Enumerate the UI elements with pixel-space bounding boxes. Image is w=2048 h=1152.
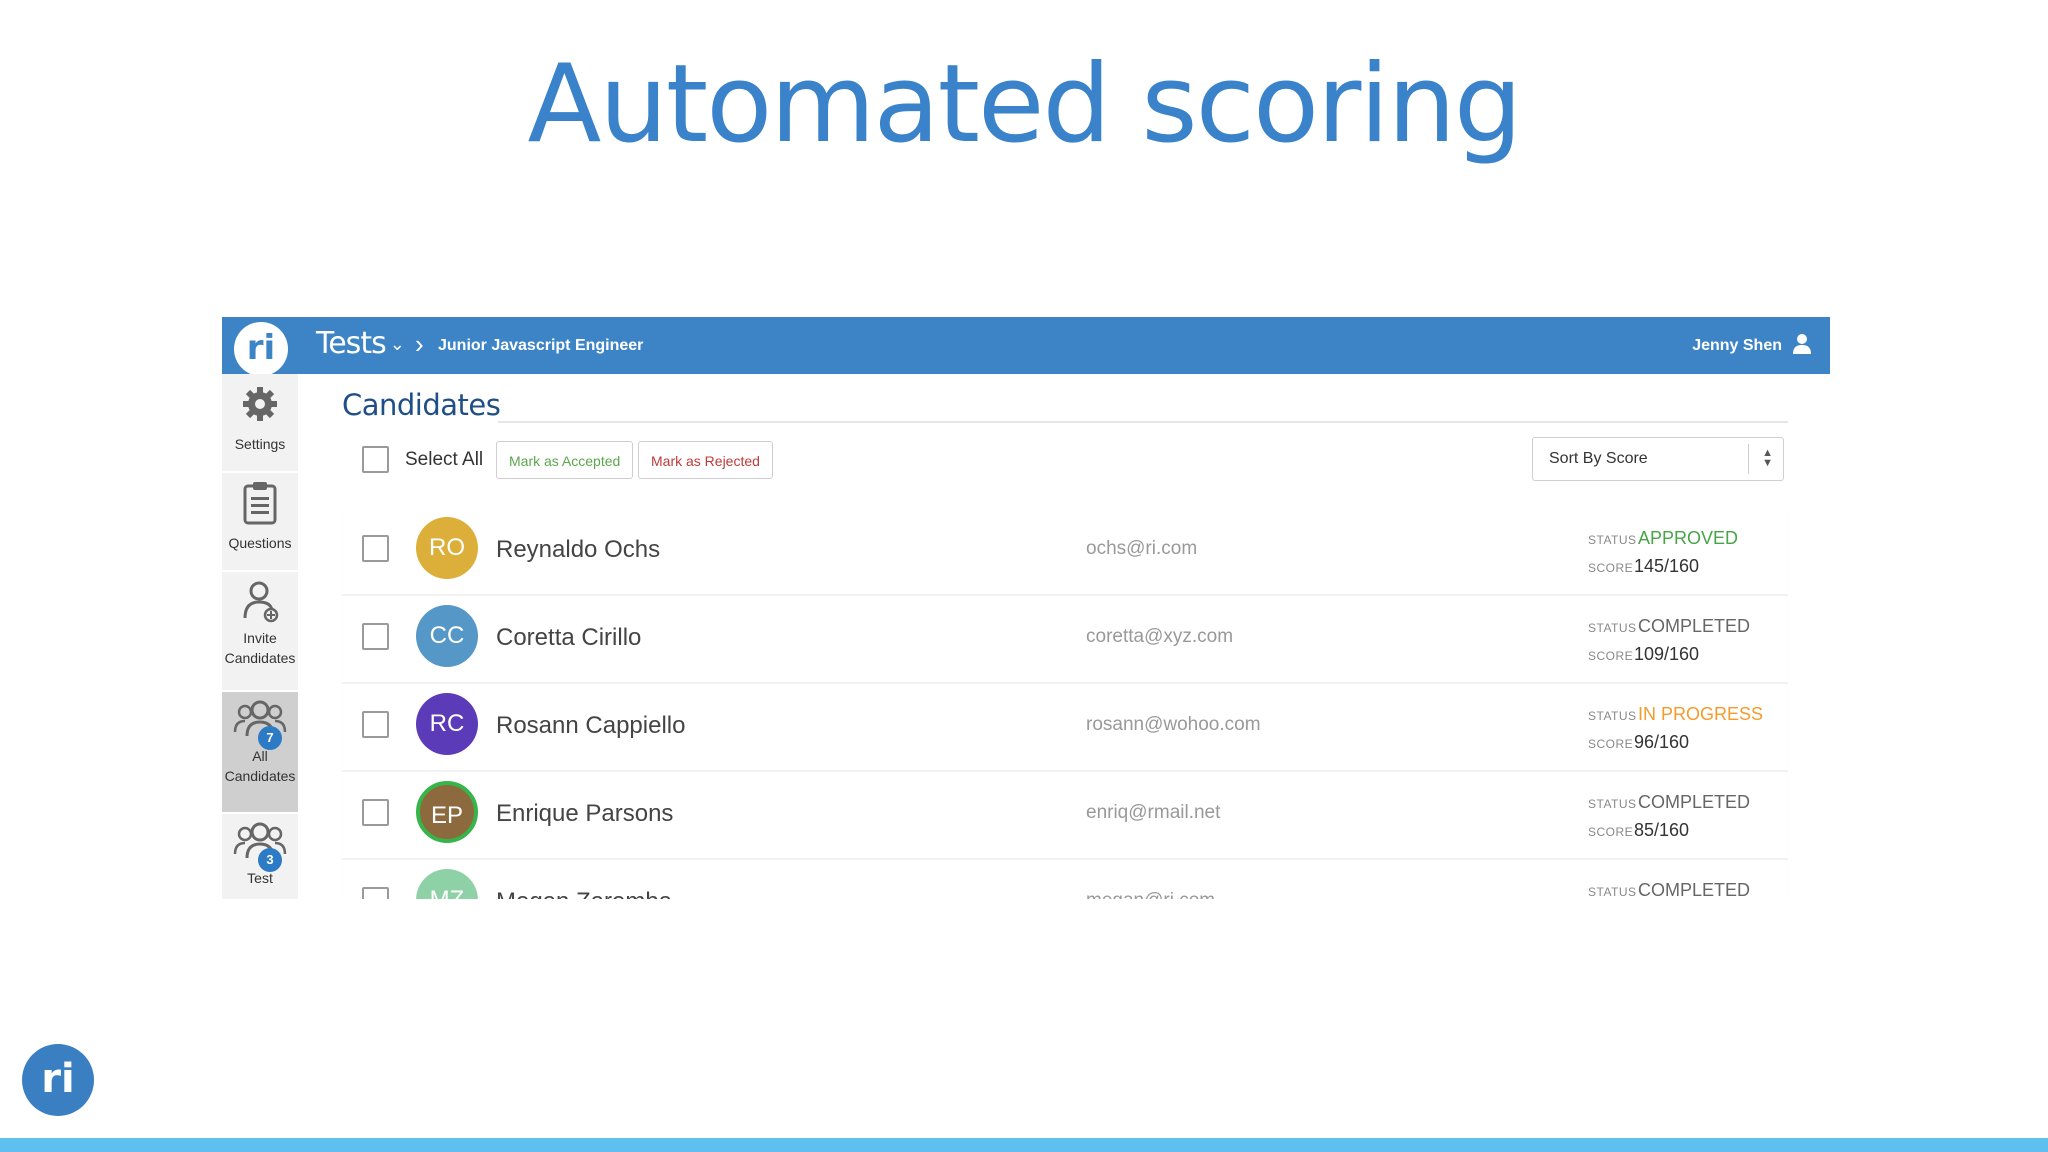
page-title: Candidates	[342, 388, 501, 422]
score-value: 96/160	[1634, 732, 1690, 752]
invite-candidates-icon	[243, 581, 279, 623]
gear-icon	[243, 387, 277, 421]
user-icon[interactable]	[1792, 333, 1812, 355]
status-label: STATUS	[1588, 709, 1637, 723]
sort-select[interactable]: Sort By Score ▲ ▼	[1532, 437, 1784, 481]
status-label: STATUS	[1588, 533, 1637, 547]
chevron-right-icon: ›	[415, 329, 424, 359]
candidate-email: enriq@rmail.net	[1086, 802, 1221, 823]
app-window: ri Tests ⌄ › Junior Javascript Engineer J…	[222, 317, 1830, 899]
slide-title: Automated scoring	[527, 42, 1523, 167]
bottom-accent-bar	[0, 1138, 2048, 1152]
avatar: RO	[416, 517, 478, 579]
chevron-down-icon: ⌄	[389, 334, 405, 355]
candidate-name[interactable]: Coretta Cirillo	[496, 624, 641, 652]
sidebar-label-settings: Settings	[234, 436, 286, 452]
candidate-row[interactable]: EP Enrique Parsons enriq@rmail.net STATUS CO…	[342, 772, 1788, 860]
select-all-checkbox[interactable]	[362, 446, 389, 473]
candidate-email: megan@ri.com	[1086, 890, 1215, 899]
candidate-checkbox[interactable]	[362, 799, 389, 826]
clipboard-icon	[243, 482, 277, 525]
candidate-checkbox[interactable]	[362, 623, 389, 650]
candidate-row[interactable]: RC Rosann Cappiello rosann@wohoo.com STATUS…	[342, 684, 1788, 772]
app-logo[interactable]: ri	[234, 322, 288, 376]
candidate-email: ochs@ri.com	[1086, 538, 1198, 559]
score-value: 85/160	[1634, 820, 1690, 840]
score-label: SCORE	[1588, 737, 1634, 751]
status-label: STATUS	[1588, 621, 1637, 635]
status-badge: APPROVED	[1638, 528, 1739, 548]
sidebar-label-all-candidates: All Candidates	[224, 748, 296, 784]
tests-menu-label: Tests	[316, 326, 387, 361]
avatar: EP	[416, 781, 478, 843]
candidate-name[interactable]: Reynaldo Ochs	[496, 536, 660, 564]
breadcrumb-test-name[interactable]: Junior Javascript Engineer	[438, 337, 643, 355]
candidate-name[interactable]: Enrique Parsons	[496, 800, 673, 828]
avatar: CC	[416, 605, 478, 667]
all-candidates-count-badge: 7	[258, 726, 282, 750]
test-count-badge: 3	[258, 848, 282, 872]
sort-select-value: Sort By Score	[1549, 450, 1648, 467]
corner-logo: ri	[22, 1044, 94, 1116]
mark-rejected-button[interactable]: Mark as Rejected	[638, 441, 773, 479]
candidate-row[interactable]: MZ Megan Zaremba megan@ri.com STATUSCOMPLET…	[342, 860, 1788, 899]
sidebar-item-settings[interactable]: Settings	[222, 374, 298, 473]
status-badge: COMPLETED	[1638, 792, 1751, 812]
candidate-checkbox[interactable]	[362, 887, 389, 899]
candidate-checkbox[interactable]	[362, 535, 389, 562]
sidebar-label-invite-candidates: Invite Candidates	[224, 630, 296, 666]
candidate-email: rosann@wohoo.com	[1086, 714, 1261, 735]
score-value: 145/160	[1634, 556, 1700, 576]
up-down-arrows-icon: ▲ ▼	[1762, 447, 1773, 469]
status-badge: COMPLETED	[1638, 616, 1751, 636]
sidebar-item-questions[interactable]: Questions	[222, 473, 298, 572]
sidebar-item-test[interactable]: 3 Test	[222, 814, 298, 899]
mark-accepted-button[interactable]: Mark as Accepted	[496, 441, 634, 479]
candidate-email: coretta@xyz.com	[1086, 626, 1234, 647]
score-label: SCORE	[1588, 825, 1634, 839]
sidebar-item-invite-candidates[interactable]: Invite Candidates	[222, 572, 298, 692]
sidebar-item-all-candidates[interactable]: 7 All Candidates	[222, 692, 298, 814]
status-label: STATUS	[1588, 797, 1637, 811]
select-all-label[interactable]: Select All	[405, 449, 483, 471]
candidate-row[interactable]: CC Coretta Cirillo coretta@xyz.com STATUS CO…	[342, 596, 1788, 684]
status-badge: COMPLETED	[1638, 880, 1751, 899]
candidate-name[interactable]: Megan Zaremba	[496, 888, 672, 899]
candidates-panel: Candidates Select All Mark as Accepted M…	[298, 374, 1830, 899]
sidebar-label-questions: Questions	[228, 535, 292, 551]
status-badge: IN PROGRESS	[1638, 704, 1764, 724]
sidebar: Settings Questions Invite Candidates 7 A…	[222, 374, 298, 899]
avatar: RC	[416, 693, 478, 755]
candidate-name[interactable]: Rosann Cappiello	[496, 712, 685, 740]
title-divider	[498, 421, 1788, 423]
status-label: STATUS	[1588, 885, 1637, 899]
top-nav-bar: ri Tests ⌄ › Junior Javascript Engineer J…	[222, 317, 1830, 376]
candidate-row[interactable]: RO Reynaldo Ochs ochs@ri.com STATUS APPROVED…	[342, 508, 1788, 596]
avatar: MZ	[416, 869, 478, 899]
score-label: SCORE	[1588, 649, 1634, 663]
candidate-checkbox[interactable]	[362, 711, 389, 738]
score-value: 109/160	[1634, 644, 1700, 664]
sidebar-label-test: Test	[247, 870, 273, 886]
tests-menu[interactable]: Tests ⌄	[316, 326, 405, 361]
user-name[interactable]: Jenny Shen	[1692, 337, 1782, 355]
score-label: SCORE	[1588, 561, 1634, 575]
sort-select-divider	[1748, 444, 1749, 474]
